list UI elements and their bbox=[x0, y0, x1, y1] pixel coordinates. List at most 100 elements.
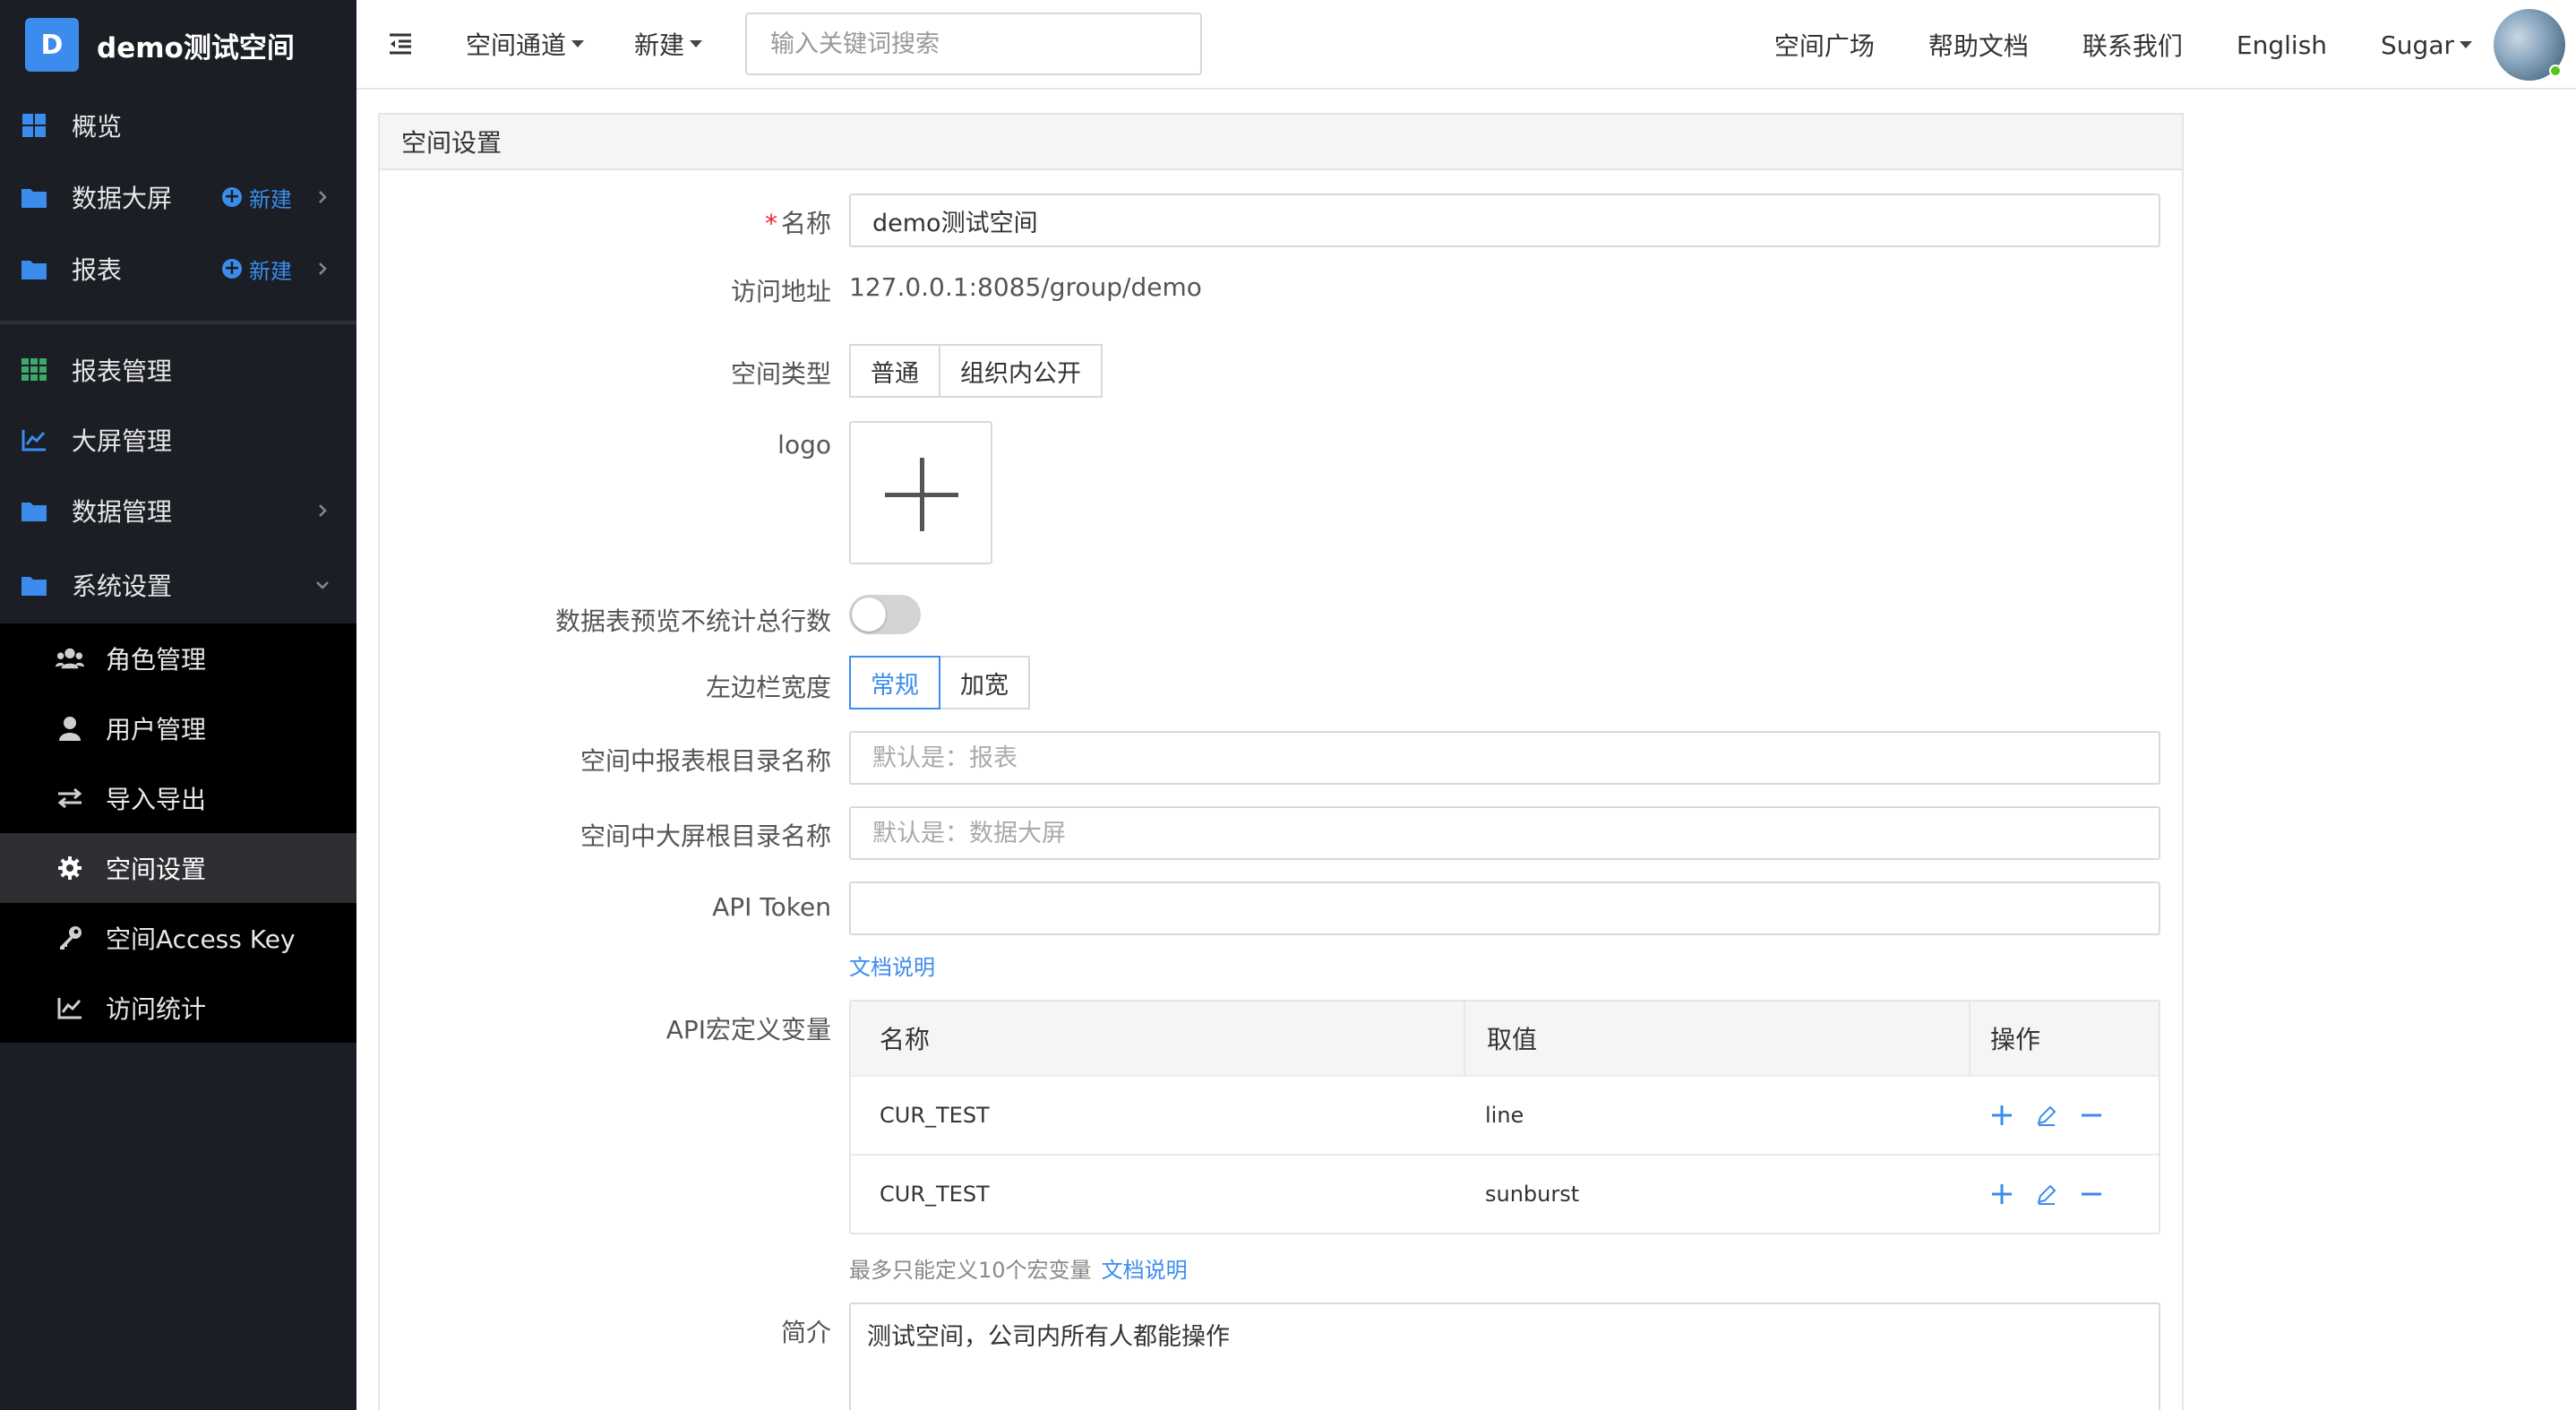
language-switch-link[interactable]: English bbox=[2237, 30, 2327, 60]
width-wide-option[interactable]: 加宽 bbox=[939, 656, 1030, 709]
sidebar-item-label: 概览 bbox=[72, 112, 123, 142]
space-channel-dropdown[interactable]: 空间通道 bbox=[466, 26, 585, 62]
users-icon bbox=[56, 644, 84, 673]
avatar[interactable] bbox=[2494, 9, 2565, 81]
sidebar-item-label: 报表 bbox=[72, 255, 123, 285]
sidebar-item-label: 空间Access Key bbox=[106, 924, 296, 954]
plus-icon[interactable] bbox=[1988, 1102, 2015, 1129]
sidebar-item-access-key[interactable]: 空间Access Key bbox=[0, 903, 356, 973]
help-docs-link[interactable]: 帮助文档 bbox=[1928, 27, 2029, 63]
new-report-button[interactable]: + 新建 bbox=[222, 254, 292, 285]
chevron-right-icon bbox=[319, 191, 327, 203]
sidebar-item-report-management[interactable]: 报表管理 bbox=[0, 335, 356, 405]
sidebar-item-space-settings[interactable]: 空间设置 bbox=[0, 833, 356, 903]
sidebar-item-label: 角色管理 bbox=[106, 645, 207, 675]
sidebar-item-roles[interactable]: 角色管理 bbox=[0, 623, 356, 693]
intro-label: 简介 bbox=[780, 1318, 831, 1347]
intro-textarea[interactable]: 测试空间，公司内所有人都能操作 bbox=[849, 1303, 2160, 1410]
sidebar-item-label: 数据管理 bbox=[72, 497, 173, 527]
folder-icon bbox=[20, 183, 48, 211]
folder-icon bbox=[20, 571, 48, 599]
new-dashboard-button[interactable]: + 新建 bbox=[222, 182, 292, 213]
user-menu-dropdown[interactable]: Sugar bbox=[2381, 30, 2472, 60]
logo-upload-button[interactable] bbox=[849, 421, 992, 564]
line-chart-icon bbox=[20, 426, 48, 454]
collapse-menu-icon[interactable] bbox=[387, 30, 414, 57]
space-title[interactable]: demo测试空间 bbox=[97, 25, 295, 65]
name-input[interactable] bbox=[849, 193, 2160, 247]
plus-circle-icon: + bbox=[222, 185, 242, 208]
logo-label: logo bbox=[777, 430, 831, 460]
preview-count-toggle[interactable] bbox=[849, 595, 921, 634]
sidebar-item-label: 访问统计 bbox=[106, 994, 207, 1024]
space-channel-label: 空间通道 bbox=[466, 30, 567, 60]
report-root-label: 空间中报表根目录名称 bbox=[580, 746, 831, 776]
api-token-input[interactable] bbox=[849, 881, 2160, 935]
contact-us-link[interactable]: 联系我们 bbox=[2082, 27, 2183, 63]
sidebar-item-screen-management[interactable]: 大屏管理 bbox=[0, 405, 356, 475]
type-segmented: 普通 组织内公开 bbox=[849, 344, 1103, 398]
online-status-dot bbox=[2549, 64, 2562, 77]
search-input[interactable] bbox=[745, 13, 1202, 75]
sidebar-item-data-management[interactable]: 数据管理 bbox=[0, 475, 356, 546]
macro-table-header: 名称 取值 操作 bbox=[851, 1002, 2159, 1075]
type-normal-option[interactable]: 普通 bbox=[849, 344, 940, 398]
edit-icon[interactable] bbox=[2033, 1102, 2060, 1129]
sidebar-width-segmented: 常规 加宽 bbox=[849, 656, 1030, 709]
sidebar-divider bbox=[0, 321, 356, 324]
caret-down-icon bbox=[2460, 41, 2472, 48]
new-label: 新建 bbox=[249, 258, 292, 284]
sidebar-item-label: 数据大屏 bbox=[72, 184, 173, 213]
width-normal-option[interactable]: 常规 bbox=[849, 656, 940, 709]
token-doc-link[interactable]: 文档说明 bbox=[849, 950, 935, 981]
user-name: Sugar bbox=[2381, 30, 2454, 60]
macro-doc-link[interactable]: 文档说明 bbox=[1102, 1258, 1188, 1283]
sidebar-item-label: 空间设置 bbox=[106, 855, 207, 884]
sidebar-item-overview[interactable]: 概览 bbox=[0, 90, 356, 161]
macro-hint-line: 最多只能定义10个宏变量 文档说明 bbox=[849, 1252, 1188, 1284]
plus-icon[interactable] bbox=[1988, 1181, 2015, 1208]
preview-row: 数据表预览不统计总行数 bbox=[380, 595, 2182, 636]
table-row: CUR_TEST line bbox=[851, 1075, 2159, 1154]
caret-down-icon bbox=[571, 40, 585, 47]
screen-root-input[interactable] bbox=[849, 806, 2160, 860]
table-grid-icon bbox=[20, 356, 48, 384]
space-square-link[interactable]: 空间广场 bbox=[1774, 27, 1875, 63]
name-label: * 名称 bbox=[765, 204, 831, 240]
chevron-right-icon bbox=[319, 262, 327, 275]
report-root-input[interactable] bbox=[849, 731, 2160, 785]
folder-icon bbox=[20, 496, 48, 525]
sidebar-item-reports[interactable]: 报表 + 新建 bbox=[0, 233, 356, 305]
sidebar-item-system-settings[interactable]: 系统设置 bbox=[0, 546, 356, 623]
minus-icon[interactable] bbox=[2078, 1181, 2105, 1208]
space-logo: D bbox=[25, 18, 79, 72]
type-org-public-option[interactable]: 组织内公开 bbox=[939, 344, 1103, 398]
sidebar-item-import-export[interactable]: 导入导出 bbox=[0, 763, 356, 833]
new-dropdown[interactable]: 新建 bbox=[634, 26, 703, 62]
col-value: 取值 bbox=[1464, 1002, 1969, 1075]
plus-circle-icon: + bbox=[222, 257, 242, 279]
top-bar: 空间通道 新建 空间广场 帮助文档 联系我们 English Sugar bbox=[356, 0, 2576, 90]
url-label: 访问地址 bbox=[730, 277, 831, 306]
sidebar-item-dashboards[interactable]: 数据大屏 + 新建 bbox=[0, 161, 356, 233]
panel-title: 空间设置 bbox=[380, 115, 2182, 170]
sidebar-item-label: 系统设置 bbox=[72, 572, 173, 601]
macro-name: CUR_TEST bbox=[880, 1182, 990, 1207]
macro-hint: 最多只能定义10个宏变量 bbox=[849, 1258, 1092, 1283]
macro-table: 名称 取值 操作 CUR_TEST line CUR_TEST sunburst bbox=[849, 1000, 2160, 1234]
required-mark: * bbox=[764, 209, 777, 238]
key-icon bbox=[56, 924, 84, 952]
col-actions: 操作 bbox=[1969, 1002, 2040, 1075]
edit-icon[interactable] bbox=[2033, 1181, 2060, 1208]
logo-row: logo bbox=[380, 421, 2182, 564]
minus-icon[interactable] bbox=[2078, 1102, 2105, 1129]
caret-down-icon bbox=[690, 40, 703, 47]
sidebar-item-access-stats[interactable]: 访问统计 bbox=[0, 973, 356, 1043]
chevron-right-icon bbox=[319, 504, 327, 517]
sidebar-item-users[interactable]: 用户管理 bbox=[0, 693, 356, 763]
preview-label: 数据表预览不统计总行数 bbox=[554, 606, 831, 636]
space-settings-panel: 空间设置 *名称 访问地址 127.0.0.1:8085/group/demo … bbox=[378, 113, 2184, 1410]
name-label-text: 名称 bbox=[780, 209, 831, 238]
system-settings-submenu: 角色管理 用户管理 导入导出 空间设置 空间Access Key 访问统计 bbox=[0, 623, 356, 1043]
top-right-links: 空间广场 帮助文档 联系我们 English Sugar bbox=[1774, 0, 2576, 90]
